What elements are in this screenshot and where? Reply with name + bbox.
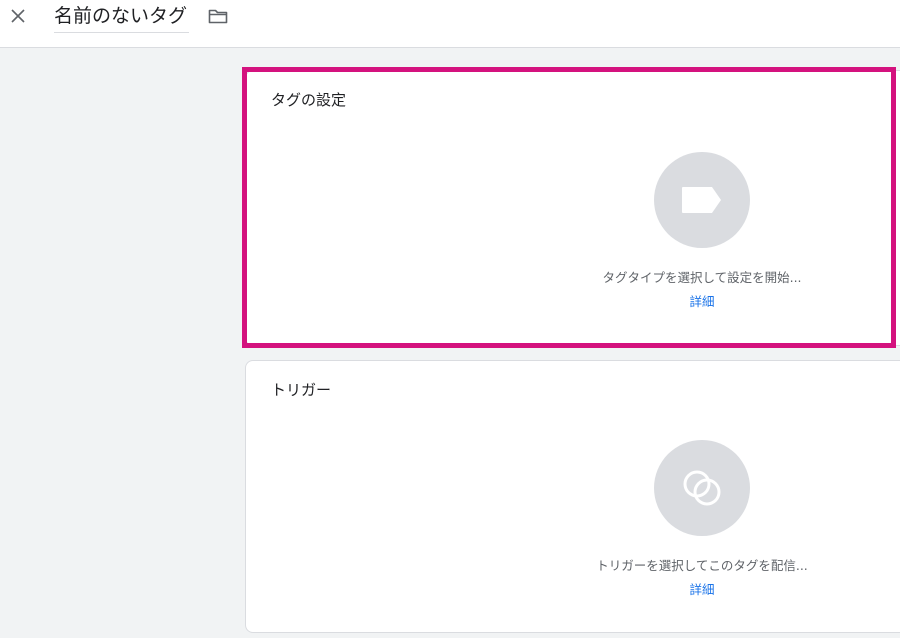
close-icon (11, 9, 25, 23)
tag-type-hint: タグタイプを選択して設定を開始... (602, 270, 802, 285)
tag-icon (682, 187, 721, 213)
folder-icon (208, 9, 228, 24)
choose-tag-type-button[interactable] (654, 152, 750, 248)
trigger-learn-more-link[interactable]: 詳細 (652, 579, 752, 598)
close-button[interactable] (6, 4, 30, 28)
tag-name-field[interactable]: 名前のないタグ (54, 4, 190, 33)
tag-learn-more-link[interactable]: 詳細 (652, 291, 752, 310)
triggering-card[interactable]: トリガー トリガーを選択してこのタグを配信... 詳細 (245, 360, 900, 633)
tag-configuration-title: タグの設定 (271, 91, 347, 109)
trigger-icon (683, 470, 721, 506)
tag-configuration-card[interactable]: タグの設定 タグタイプを選択して設定を開始... 詳細 (245, 70, 900, 346)
triggering-title: トリガー (271, 381, 332, 399)
choose-trigger-button[interactable] (654, 440, 750, 536)
trigger-hint: トリガーを選択してこのタグを配信... (596, 558, 808, 573)
top-bar: 名前のないタグ (0, 0, 900, 48)
folder-button[interactable] (206, 6, 230, 26)
